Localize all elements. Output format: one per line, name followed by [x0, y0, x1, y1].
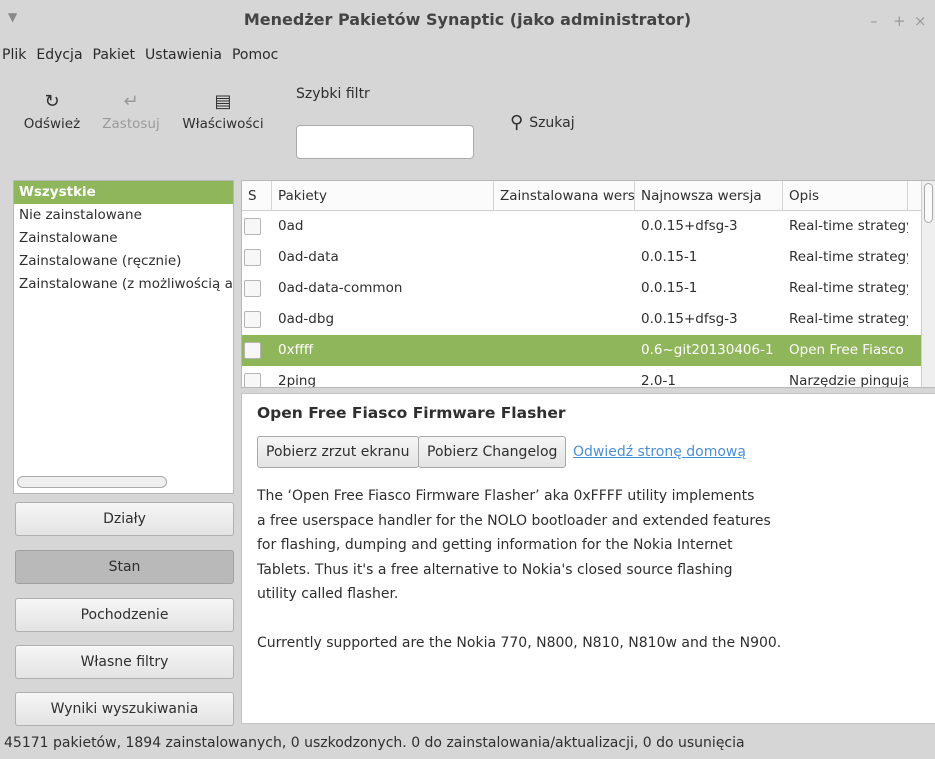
latest-version-cell: 0.6~git20130406-1 — [641, 342, 774, 358]
menu-pakiet[interactable]: Pakiet — [91, 45, 138, 69]
column-header[interactable]: Zainstalowana wers — [494, 181, 635, 211]
package-details: Open Free Fiasco Firmware Flasher Pobier… — [241, 393, 935, 724]
homepage-link[interactable]: Odwiedź stronę domową — [573, 444, 746, 460]
status-checkbox[interactable] — [244, 249, 261, 266]
installed-version-cell — [494, 211, 635, 242]
installed-version-cell — [494, 273, 635, 304]
get-changelog-button[interactable]: Pobierz Changelog — [418, 436, 567, 468]
description-cell: Narzędzie pingują — [789, 373, 908, 388]
installed-version-cell — [494, 242, 635, 273]
apply-button[interactable]: ↵ Zastosuj — [96, 88, 166, 132]
status-cell — [242, 273, 272, 304]
properties-label: Właściwości — [182, 116, 264, 132]
package-table-scrollbar[interactable] — [921, 181, 935, 387]
apply-icon: ↵ — [123, 91, 139, 112]
status-cell — [242, 211, 272, 242]
package-title: Open Free Fiasco Firmware Flasher — [257, 404, 566, 422]
synaptic-window: ▼ Menedżer Pakietów Synaptic (jako admin… — [0, 0, 935, 759]
table-row[interactable]: 0xffff 0.6~git20130406-1 Open Free Fiasco … — [242, 335, 935, 366]
description-cell: Real-time strategy — [789, 280, 908, 296]
title-bar: ▼ Menedżer Pakietów Synaptic (jako admin… — [0, 0, 935, 44]
minimize-button[interactable]: – — [870, 12, 878, 30]
quick-filter-label: Szybki filtr — [296, 86, 370, 102]
description-cell: Open Free Fiasco F — [789, 342, 908, 358]
side-button-1[interactable]: Stan — [15, 550, 234, 584]
latest-version-cell: 0.0.15+dfsg-3 — [641, 218, 738, 234]
side-button-2[interactable]: Pochodzenie — [15, 598, 234, 632]
table-header: S Pakiety Zainstalowana wers Najnowsza wers… — [242, 181, 935, 211]
properties-button[interactable]: ▤ Właściwości — [180, 88, 266, 132]
menu-pomoc[interactable]: Pomoc — [230, 45, 280, 69]
filter-item[interactable]: Zainstalowane — [14, 227, 233, 250]
installed-version-cell — [494, 366, 635, 387]
search-button[interactable]: ⚲ Szukaj — [510, 112, 575, 133]
package-name-cell: 0ad — [278, 218, 304, 234]
status-checkbox[interactable] — [244, 311, 261, 328]
package-name-cell: 0ad-data — [278, 249, 339, 265]
status-checkbox[interactable] — [244, 342, 261, 359]
column-header[interactable]: Najnowsza wersja — [635, 181, 783, 211]
package-name-cell: 2ping — [278, 373, 317, 388]
package-description: The ‘Open Free Fiasco Firmware Flasher’ … — [257, 488, 782, 651]
status-checkbox[interactable] — [244, 373, 261, 387]
installed-version-cell — [494, 304, 635, 335]
latest-version-cell: 0.0.15-1 — [641, 280, 698, 296]
column-header[interactable]: Pakiety — [272, 181, 494, 211]
table-row[interactable]: 0ad 0.0.15+dfsg-3 Real-time strategy — [242, 211, 935, 242]
status-bar: 45171 pakietów, 1894 zainstalowanych, 0 … — [4, 735, 745, 751]
menu-plik[interactable]: Plik — [0, 45, 28, 69]
column-header[interactable]: Opis — [783, 181, 908, 211]
maximize-button[interactable]: + — [893, 12, 906, 30]
menu-ustawienia[interactable]: Ustawienia — [143, 45, 224, 69]
status-cell — [242, 335, 272, 366]
description-cell: Real-time strategy — [789, 311, 908, 327]
filter-item[interactable]: Zainstalowane (ręcznie) — [14, 250, 233, 273]
apply-label: Zastosuj — [102, 116, 160, 132]
package-name-cell: 0ad-data-common — [278, 280, 403, 296]
description-cell: Real-time strategy — [789, 218, 908, 234]
table-row[interactable]: 2ping 2.0-1 Narzędzie pingują — [242, 366, 935, 388]
filter-item[interactable]: Wszystkie — [14, 181, 233, 204]
latest-version-cell: 0.0.15+dfsg-3 — [641, 311, 738, 327]
side-button-0[interactable]: Działy — [15, 502, 234, 536]
package-name-cell: 0ad-dbg — [278, 311, 335, 327]
menubar: Plik Edycja Pakiet Ustawienia Pomoc — [0, 45, 280, 69]
status-cell — [242, 242, 272, 273]
table-row[interactable]: 0ad-data-common 0.0.15-1 Real-time strateg… — [242, 273, 935, 304]
menu-edycja[interactable]: Edycja — [34, 45, 84, 69]
side-button-3[interactable]: Własne filtry — [15, 645, 234, 679]
column-header[interactable]: S — [242, 181, 272, 211]
package-table: S Pakiety Zainstalowana wers Najnowsza wers… — [241, 180, 935, 388]
installed-version-cell — [494, 335, 635, 366]
latest-version-cell: 2.0-1 — [641, 373, 676, 388]
filter-list-scrollbar[interactable] — [17, 476, 167, 488]
description-cell: Real-time strategy — [789, 249, 908, 265]
search-label: Szukaj — [529, 114, 575, 131]
status-checkbox[interactable] — [244, 218, 261, 235]
search-icon: ⚲ — [510, 112, 524, 133]
refresh-button[interactable]: ↻ Odśwież — [14, 88, 90, 132]
quick-filter-input[interactable] — [296, 125, 474, 159]
latest-version-cell: 0.0.15-1 — [641, 249, 698, 265]
refresh-icon: ↻ — [44, 91, 60, 112]
table-row[interactable]: 0ad-dbg 0.0.15+dfsg-3 Real-time strategy — [242, 304, 935, 335]
refresh-label: Odśwież — [23, 116, 81, 132]
filter-item[interactable]: Zainstalowane (z możliwością ak — [14, 273, 233, 296]
close-button[interactable]: × — [914, 12, 927, 30]
get-screenshot-button[interactable]: Pobierz zrzut ekranu — [257, 436, 419, 468]
status-checkbox[interactable] — [244, 280, 261, 297]
filter-list: Wszystkie Nie zainstalowane Zainstalowane Z… — [13, 180, 234, 494]
status-cell — [242, 304, 272, 335]
window-title: Menedżer Pakietów Synaptic (jako adminis… — [243, 10, 692, 29]
status-cell — [242, 366, 272, 387]
side-button-4[interactable]: Wyniki wyszukiwania — [15, 692, 234, 726]
properties-icon: ▤ — [214, 91, 232, 112]
package-name-cell: 0xffff — [278, 342, 314, 358]
table-row[interactable]: 0ad-data 0.0.15-1 Real-time strategy — [242, 242, 935, 273]
filter-item[interactable]: Nie zainstalowane — [14, 204, 233, 227]
scrollbar-thumb[interactable] — [924, 183, 933, 223]
